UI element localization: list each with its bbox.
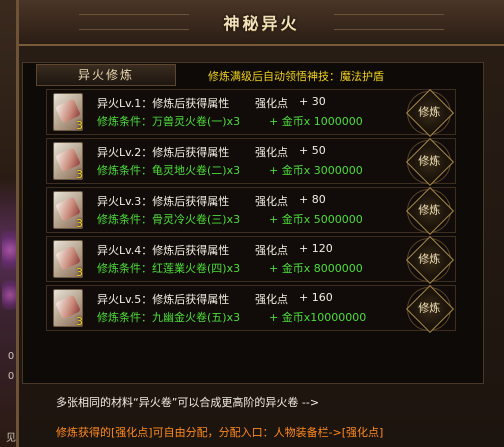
fire-level-row: 3 异火Lv.5：修炼后获得属性 强化点 + 160 修炼条件：九幽金火卷(五)… [46,284,456,334]
window-title: 神秘异火 [223,14,300,33]
practice-button[interactable]: 修炼 [405,186,455,236]
practice-button-label: 修炼 [418,154,441,168]
practice-condition: 修炼条件：红莲業火卷(四)x3 [97,262,241,275]
fire-scroll-icon[interactable]: 3 [53,240,83,279]
level-description: 异火Lv.5：修炼后获得属性 [97,293,230,306]
gold-cost: + 金币x 5000000 [269,213,363,226]
attribute-value: + 80 [299,193,326,206]
attribute-name: 强化点 [255,244,288,257]
attribute-name: 强化点 [255,293,288,306]
fire-scroll-icon[interactable]: 3 [53,191,83,230]
fire-scroll-icon[interactable]: 3 [53,289,83,328]
item-quantity: 3 [76,119,83,132]
practice-button[interactable]: 修炼 [405,137,455,187]
level-description: 异火Lv.2：修炼后获得属性 [97,146,230,159]
fire-scroll-icon[interactable]: 3 [53,93,83,132]
item-quantity: 3 [76,168,83,181]
attribute-name: 强化点 [255,146,288,159]
practice-button-label: 修炼 [418,105,441,119]
gold-cost: + 金币x 1000000 [269,115,363,128]
practice-button[interactable]: 修炼 [405,284,455,334]
tab-fire-practice[interactable]: 异火修炼 [36,64,176,86]
attribute-value: + 50 [299,144,326,157]
fire-level-row: 3 异火Lv.4：修炼后获得属性 强化点 + 120 修炼条件：红莲業火卷(四)… [46,235,456,285]
practice-button-label: 修炼 [418,203,441,217]
synthesis-hint: 多张相同的材料“异火卷”可以合成更高阶的异火卷 --> [56,396,320,409]
attribute-value: + 120 [299,242,333,255]
attribute-value: + 160 [299,291,333,304]
item-quantity: 3 [76,266,83,279]
practice-condition: 修炼条件：九幽金火卷(五)x3 [97,311,241,324]
allocation-hint: 修炼获得的[强化点]可自由分配，分配入口：人物装备栏->[强化点] [56,426,384,439]
item-quantity: 3 [76,217,83,230]
item-quantity: 3 [76,315,83,328]
practice-condition: 修炼条件：龟灵地火卷(二)x3 [97,164,241,177]
practice-button-label: 修炼 [418,252,441,266]
title-bar[interactable]: 神秘异火 [19,0,504,46]
fire-level-row: 3 异火Lv.2：修炼后获得属性 强化点 + 50 修炼条件：龟灵地火卷(二)x… [46,137,456,187]
practice-button-label: 修炼 [418,301,441,315]
fire-level-row: 3 异火Lv.1：修炼后获得属性 强化点 + 30 修炼条件：万兽灵火卷(一)x… [46,88,456,138]
level-description: 异火Lv.1：修炼后获得属性 [97,97,230,110]
practice-condition: 修炼条件：骨灵冷火卷(三)x3 [97,213,241,226]
attribute-name: 强化点 [255,97,288,110]
gold-cost: + 金币x10000000 [269,311,367,324]
attribute-name: 强化点 [255,195,288,208]
fire-level-row: 3 异火Lv.3：修炼后获得属性 强化点 + 80 修炼条件：骨灵冷火卷(三)x… [46,186,456,236]
fire-scroll-icon[interactable]: 3 [53,142,83,181]
practice-condition: 修炼条件：万兽灵火卷(一)x3 [97,115,241,128]
level-description: 异火Lv.3：修炼后获得属性 [97,195,230,208]
max-level-hint: 修炼满级后自动领悟神技：魔法护盾 [208,70,384,83]
attribute-value: + 30 [299,95,326,108]
gold-cost: + 金币x 8000000 [269,262,363,275]
practice-button[interactable]: 修炼 [405,235,455,285]
practice-button[interactable]: 修炼 [405,88,455,138]
gold-cost: + 金币x 3000000 [269,164,363,177]
level-description: 异火Lv.4：修炼后获得属性 [97,244,230,257]
